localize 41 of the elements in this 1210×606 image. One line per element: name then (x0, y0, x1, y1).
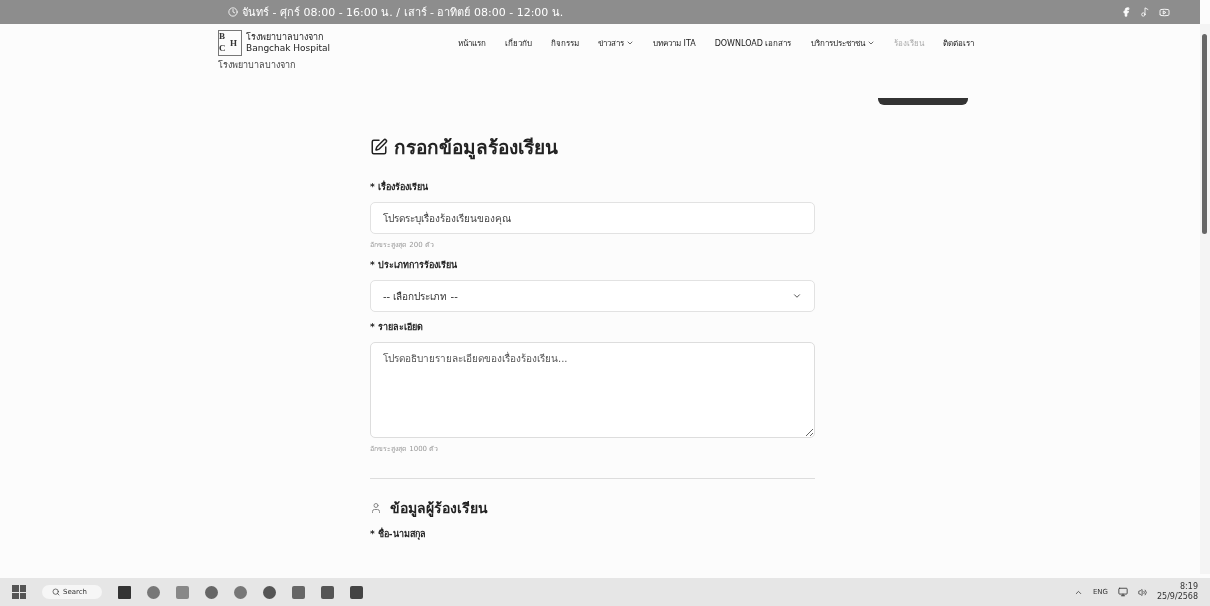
logo-icon: B H C (218, 30, 242, 56)
nav-link[interactable]: ข่าวสาร (598, 36, 634, 50)
field-label: * ประเภทการร้องเรียน (370, 259, 458, 272)
user-icon (370, 502, 382, 514)
details-textarea[interactable]: โปรดอธิบายรายละเอียดของเรื่องร้องเรียน... (370, 342, 815, 438)
nav-link[interactable]: ติดต่อเรา (942, 36, 974, 50)
music-note-icon[interactable] (1140, 7, 1150, 17)
nav-link[interactable]: หน้าแรก (458, 36, 486, 50)
nav-link[interactable]: บทความ ITA (653, 36, 696, 50)
nav-link[interactable]: กิจกรรม (551, 36, 579, 50)
app-icon[interactable] (205, 585, 218, 599)
section-title: ข้อมูลผู้ร้องเรียน (390, 499, 488, 519)
opening-hours: จันทร์ - ศุกร์ 08:00 - 16:00 น. / เสาร์ - อาทิตย์ 08:00 - 12:00 น. (228, 3, 564, 21)
start-icon[interactable] (12, 585, 26, 599)
type-select[interactable]: -- เลือกประเภท -- (370, 280, 815, 312)
app-icon[interactable] (321, 585, 334, 599)
facebook-icon[interactable] (1121, 7, 1131, 17)
clock-date: 25/9/2568 (1156, 592, 1198, 602)
field-label: * รายละเอียด (370, 321, 424, 334)
app-icon[interactable] (118, 585, 131, 599)
nav-link[interactable]: บริการประชาชน (810, 36, 875, 50)
monitor-icon[interactable] (1117, 587, 1128, 597)
edit-icon (370, 138, 388, 156)
form-title: กรอกข้อมูลร้องเรียน (370, 132, 815, 162)
video-play-icon[interactable] (1159, 6, 1170, 18)
search-icon (52, 588, 60, 596)
clock-icon (228, 7, 238, 17)
nav-link[interactable]: เกี่ยวกับ (505, 36, 532, 50)
app-icon[interactable] (292, 585, 305, 599)
app-icon[interactable] (263, 585, 276, 599)
hospital-name: โรงพยาบาลบางจาก (246, 32, 324, 43)
field-label: * เรื่องร้องเรียน (370, 180, 429, 194)
nav-link[interactable]: DOWNLOAD เอกสาร (714, 36, 792, 50)
clock-time: 8:19 (1180, 582, 1198, 592)
field-label: * ชื่อ-นามสกุล (370, 527, 427, 541)
site-name: โรงพยาบาลบางจาก (218, 60, 295, 70)
app-icon[interactable] (350, 585, 363, 599)
input-field[interactable]: โปรดระบุเรื่องร้องเรียนของคุณ (370, 202, 815, 234)
speaker-icon[interactable] (1137, 587, 1147, 597)
chevron-down-icon (792, 291, 802, 301)
hospital-name-english: Bangchak Hospital (246, 43, 331, 54)
